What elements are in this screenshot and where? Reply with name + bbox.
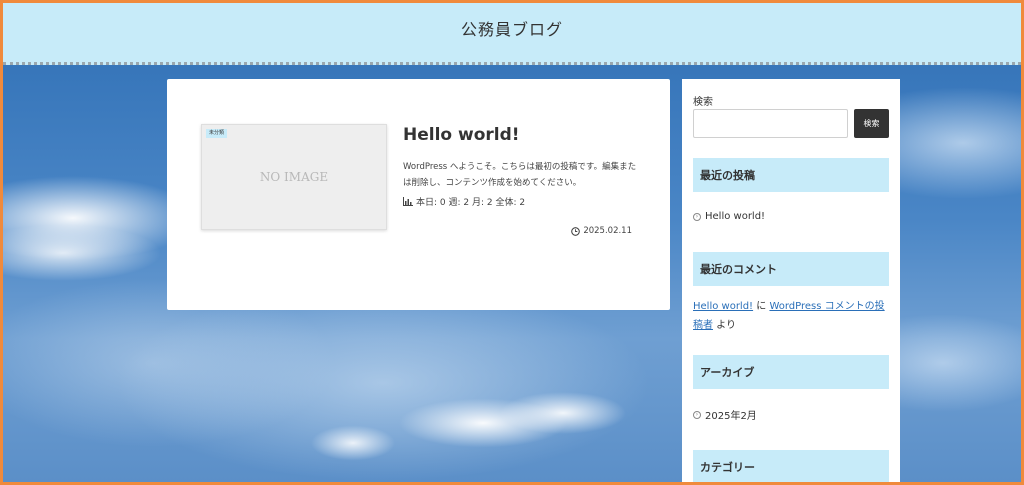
post-date: 2025.02.11 [571,226,632,236]
archives-heading: アーカイブ [693,355,889,389]
comment-post-link[interactable]: Hello world! [693,301,753,312]
site-title[interactable]: 公務員ブログ [461,16,563,40]
post-card: 未分類 NO IMAGE Hello world! WordPress へようこ… [167,79,670,310]
category-badge[interactable]: 未分類 [206,129,228,138]
no-image-placeholder: NO IMAGE [259,170,329,184]
archive-link[interactable]: 2025年2月 [705,407,757,422]
view-stats-text: 本日: 0 週: 2 月: 2 全体: 2 [416,198,526,208]
view-stats: 本日: 0 週: 2 月: 2 全体: 2 [403,195,525,208]
post-excerpt: WordPress へようこそ。こちらは最初の投稿です。編集または削除し、コンテ… [403,162,637,188]
recent-post-item[interactable]: › Hello world! [693,211,889,222]
search-input[interactable] [693,109,848,138]
comment-connector: に [753,301,770,312]
search-label: 検索 [693,97,713,108]
recent-comment-item: Hello world! に WordPress コメントの投稿者 より [693,297,889,335]
post-date-text: 2025.02.11 [583,226,632,236]
post-thumbnail[interactable]: 未分類 NO IMAGE [201,124,387,230]
sidebar: 検索 検索 最近の投稿 › Hello world! 最近のコメント Hello… [682,79,900,482]
page-frame: 公務員ブログ 未分類 NO IMAGE Hello world! WordPre… [3,3,1021,482]
recent-post-link[interactable]: Hello world! [705,211,765,222]
categories-heading: カテゴリー [693,450,889,482]
search-button[interactable]: 検索 [854,109,889,138]
site-header: 公務員ブログ [3,3,1021,65]
bar-chart-icon [403,197,413,206]
chevron-right-icon: › [693,212,701,221]
archive-item[interactable]: › 2025年2月 [693,407,889,422]
chevron-right-icon: › [693,410,701,419]
recent-comments-heading: 最近のコメント [693,252,889,286]
recent-posts-heading: 最近の投稿 [693,158,889,192]
post-title[interactable]: Hello world! [403,125,520,145]
clock-icon [571,226,581,236]
comment-suffix: より [713,320,736,331]
